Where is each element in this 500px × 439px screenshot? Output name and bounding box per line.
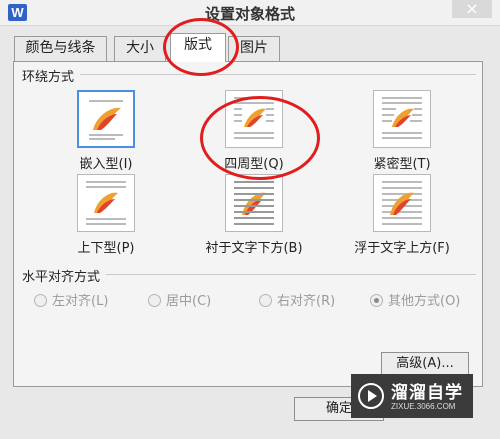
align-center-radio[interactable]: 居中(C) [148,290,211,309]
align-left-radio[interactable]: 左对齐(L) [34,290,108,309]
wrap-option-square[interactable]: 四周型(Q) [189,90,319,172]
inline-wrap-icon [77,90,135,148]
align-right-radio[interactable]: 右对齐(R) [259,290,335,309]
wrap-option-top-bottom[interactable]: 上下型(P) [41,174,171,256]
behind-text-wrap-label: 衬于文字下方(B) [205,241,303,256]
radio-dot [34,294,47,307]
align-right-label: 右对齐(R) [277,294,336,309]
close-button[interactable]: × [452,0,492,18]
tight-wrap-icon [373,90,431,148]
align-center-label: 居中(C) [166,294,212,309]
in-front-of-text-wrap-label: 浮于文字上方(F) [354,241,450,256]
align-section-label: 水平对齐方式 [22,266,105,285]
align-left-label: 左对齐(L) [52,294,109,309]
tab-color-line[interactable]: 颜色与线条 [14,36,107,61]
wrap-option-inline[interactable]: 嵌入型(I) [41,90,171,172]
wrap-divider [80,74,476,75]
inline-wrap-label: 嵌入型(I) [79,157,133,172]
watermark-name: 溜溜自学 [391,383,463,403]
tab-layout[interactable]: 版式 [170,33,226,62]
radio-dot [148,294,161,307]
square-wrap-label: 四周型(Q) [224,157,284,172]
tab-picture[interactable]: 图片 [228,36,280,61]
square-wrap-icon [225,90,283,148]
wrap-option-behind-text[interactable]: 衬于文字下方(B) [189,174,319,256]
advanced-button[interactable]: 高级(A)... [381,352,469,376]
behind-text-wrap-icon [225,174,283,232]
title-bar: W 设置对象格式 × [0,0,500,26]
dialog-title: 设置对象格式 [204,5,295,23]
top-bottom-wrap-icon [77,174,135,232]
align-divider [106,274,476,275]
radio-dot [259,294,272,307]
wrap-section-label: 环绕方式 [22,66,79,85]
layout-panel: 环绕方式 嵌入型(I) 四周型(Q) 紧密型(T) 上下型(P) 衬于文字下方(… [13,61,483,387]
wrap-option-tight[interactable]: 紧密型(T) [337,90,467,172]
align-other-label: 其他方式(O) [388,294,461,309]
tight-wrap-label: 紧密型(T) [373,157,431,172]
in-front-of-text-wrap-icon [373,174,431,232]
watermark-url: ZIXUE.3066.COM [391,402,456,411]
align-other-radio[interactable]: 其他方式(O) [370,290,460,309]
wrap-option-in-front-of-text[interactable]: 浮于文字上方(F) [337,174,467,256]
radio-dot-checked [370,294,383,307]
top-bottom-wrap-label: 上下型(P) [77,241,135,256]
play-icon [358,383,384,409]
tab-size[interactable]: 大小 [114,36,166,61]
watermark-logo: 溜溜自学 ZIXUE.3066.COM [351,374,473,418]
